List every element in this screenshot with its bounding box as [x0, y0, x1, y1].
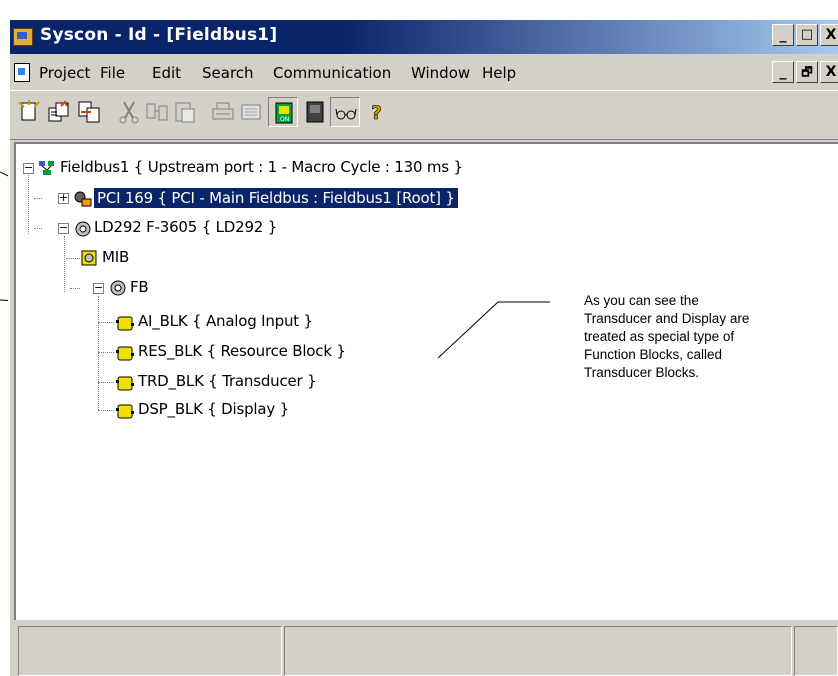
- device-icon: [74, 220, 92, 242]
- glasses-icon[interactable]: [330, 97, 360, 127]
- preview-icon[interactable]: [236, 97, 266, 127]
- status-panel-info: [284, 626, 792, 676]
- status-panel-main: [18, 626, 282, 676]
- tree-item-fieldbus1[interactable]: Fieldbus1 { Upstream port : 1 - Macro Cy…: [60, 158, 463, 176]
- bridge-icon: [74, 190, 92, 212]
- child-minimize-button[interactable]: _: [772, 61, 794, 83]
- menu-project[interactable]: Project: [39, 64, 90, 82]
- child-restore-button[interactable]: 🗗: [796, 61, 818, 83]
- tree-connector: [28, 172, 29, 234]
- note-line: treated as special type of: [584, 329, 735, 344]
- tree-connector: [98, 352, 114, 353]
- block-icon: [116, 344, 134, 366]
- offline-icon[interactable]: [300, 97, 330, 127]
- menu-communication[interactable]: Communication: [273, 64, 391, 82]
- menu-bar: Project File Edit Search Communication W…: [10, 55, 838, 89]
- document-icon[interactable]: [14, 63, 30, 82]
- new-icon[interactable]: [14, 97, 44, 127]
- menu-edit[interactable]: Edit: [152, 64, 181, 82]
- tree-item-dsp-blk[interactable]: DSP_BLK { Display }: [138, 400, 289, 418]
- collapse-toggle[interactable]: −: [58, 222, 69, 234]
- mib-icon: [80, 249, 98, 271]
- tree-connector: [34, 228, 42, 229]
- svg-text:ON: ON: [280, 116, 289, 123]
- menu-search[interactable]: Search: [202, 64, 254, 82]
- cut-icon[interactable]: [114, 97, 144, 127]
- menu-file[interactable]: File: [100, 64, 125, 82]
- close-button[interactable]: X: [820, 24, 838, 46]
- child-close-button[interactable]: X: [820, 61, 838, 83]
- block-icon: [116, 402, 134, 424]
- tree-connector: [98, 410, 114, 411]
- tree-item-trd-blk[interactable]: TRD_BLK { Transducer }: [138, 372, 317, 390]
- maximize-button[interactable]: □: [796, 24, 818, 46]
- tree-connector: [66, 258, 80, 259]
- block-icon: [116, 374, 134, 396]
- save-icon[interactable]: [74, 97, 104, 127]
- annotation-note: As you can see the Transducer and Displa…: [584, 292, 824, 382]
- menu-help[interactable]: Help: [482, 64, 516, 82]
- collapse-toggle[interactable]: −: [23, 162, 34, 174]
- tree-item-ai-blk[interactable]: AI_BLK { Analog Input }: [138, 312, 313, 330]
- tree-connector: [34, 198, 42, 199]
- network-icon: [38, 159, 56, 181]
- window-title: Syscon - Id - [Fieldbus1]: [40, 25, 278, 45]
- paste-icon[interactable]: [170, 97, 200, 127]
- svg-text:?: ?: [371, 102, 382, 124]
- tree-connector: [70, 288, 80, 289]
- note-line: As you can see the: [584, 293, 699, 308]
- expand-toggle[interactable]: +: [58, 192, 69, 204]
- note-line: Function Blocks, called: [584, 347, 723, 362]
- tree-connector: [98, 322, 114, 323]
- tree-item-res-blk[interactable]: RES_BLK { Resource Block }: [138, 342, 346, 360]
- copy-icon[interactable]: [142, 97, 172, 127]
- tree-connector: [64, 236, 65, 292]
- note-line: Transducer Blocks.: [584, 365, 700, 380]
- fb-folder-icon: [109, 279, 127, 301]
- title-bar[interactable]: Syscon - Id - [Fieldbus1] _ □ X: [10, 20, 838, 54]
- collapse-toggle[interactable]: −: [93, 282, 104, 294]
- print-icon[interactable]: [208, 97, 238, 127]
- toolbar: ON ?: [10, 90, 838, 140]
- tree-item-mib[interactable]: MIB: [102, 248, 129, 266]
- tree-item-fb[interactable]: FB: [130, 278, 149, 296]
- app-icon[interactable]: [13, 28, 33, 46]
- menu-window[interactable]: Window: [411, 64, 470, 82]
- tree-item-ld292[interactable]: LD292 F-3605 { LD292 }: [94, 218, 277, 236]
- open-icon[interactable]: [44, 97, 74, 127]
- note-line: Transducer and Display are: [584, 311, 750, 326]
- help-icon[interactable]: ?: [362, 97, 392, 127]
- tree-item-pci169[interactable]: PCI 169 { PCI - Main Fieldbus : Fieldbus…: [94, 188, 458, 208]
- tree-connector: [98, 296, 99, 410]
- online-icon[interactable]: ON: [268, 97, 298, 127]
- minimize-button[interactable]: _: [772, 24, 794, 46]
- status-bar: [14, 622, 838, 676]
- block-icon: [116, 314, 134, 336]
- status-panel-extra: [794, 626, 838, 676]
- tree-connector: [98, 382, 114, 383]
